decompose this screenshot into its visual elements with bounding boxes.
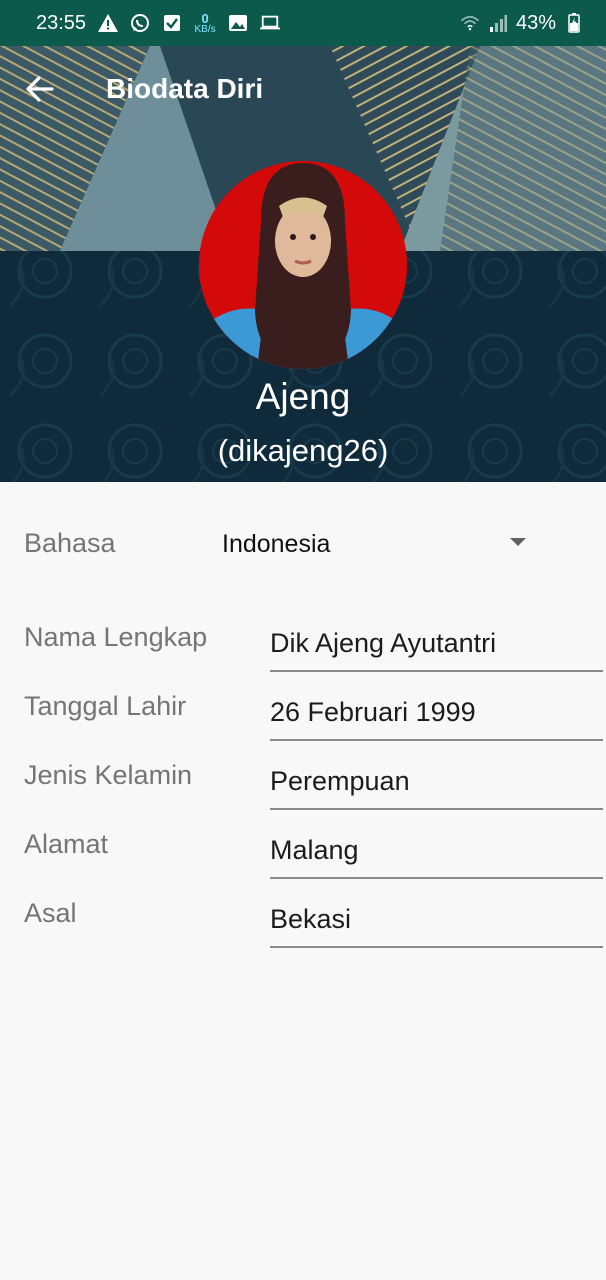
field-label: Asal xyxy=(24,898,77,928)
field-label: Tanggal Lahir xyxy=(24,691,187,721)
language-label: Bahasa xyxy=(24,528,116,558)
profile-header: Biodata Diri Ajeng (dikajeng26) xyxy=(0,46,606,482)
field-alamat: Alamat Malang xyxy=(0,829,606,893)
app-bar: Biodata Diri xyxy=(0,46,606,132)
asal-input[interactable]: Bekasi xyxy=(270,900,603,948)
network-speed: 0 KB/s xyxy=(194,10,216,35)
image-icon xyxy=(228,13,248,33)
field-asal: Asal Bekasi xyxy=(0,898,606,962)
language-dropdown[interactable]: Indonesia xyxy=(222,524,540,564)
field-nama-lengkap: Nama Lengkap Dik Ajeng Ayutantri xyxy=(0,622,606,686)
tanggal-lahir-input[interactable]: 26 Februari 1999 xyxy=(270,693,603,741)
field-jenis-kelamin: Jenis Kelamin Perempuan xyxy=(0,760,606,824)
language-selected: Indonesia xyxy=(222,529,331,558)
language-row: Bahasa Indonesia xyxy=(0,510,606,580)
warning-icon xyxy=(98,13,119,33)
status-bar: 23:55 0 KB/s 43% xyxy=(0,0,606,46)
signal-icon xyxy=(488,13,508,33)
laptop-icon xyxy=(260,13,281,33)
profile-name: Ajeng xyxy=(255,376,351,417)
profile-username: (dikajeng26) xyxy=(217,433,389,468)
avatar[interactable] xyxy=(199,161,407,369)
profile-photo xyxy=(199,161,407,369)
battery-charging-icon xyxy=(564,13,584,33)
jenis-kelamin-input[interactable]: Perempuan xyxy=(270,762,603,810)
status-time: 23:55 xyxy=(36,11,87,34)
nama-lengkap-input[interactable]: Dik Ajeng Ayutantri xyxy=(270,624,603,672)
battery-percent: 43% xyxy=(515,11,556,34)
field-tanggal-lahir: Tanggal Lahir 26 Februari 1999 xyxy=(0,691,606,755)
alamat-input[interactable]: Malang xyxy=(270,831,603,879)
whatsapp-icon xyxy=(130,13,150,33)
field-label: Nama Lengkap xyxy=(24,622,208,652)
check-box-icon xyxy=(162,13,182,33)
arrow-left-icon xyxy=(26,76,54,102)
page-title: Biodata Diri xyxy=(106,73,264,104)
wifi-icon xyxy=(460,13,480,33)
field-label: Jenis Kelamin xyxy=(24,760,193,790)
back-button[interactable] xyxy=(0,46,80,132)
dropdown-arrow-icon xyxy=(510,538,526,546)
field-label: Alamat xyxy=(24,829,109,859)
